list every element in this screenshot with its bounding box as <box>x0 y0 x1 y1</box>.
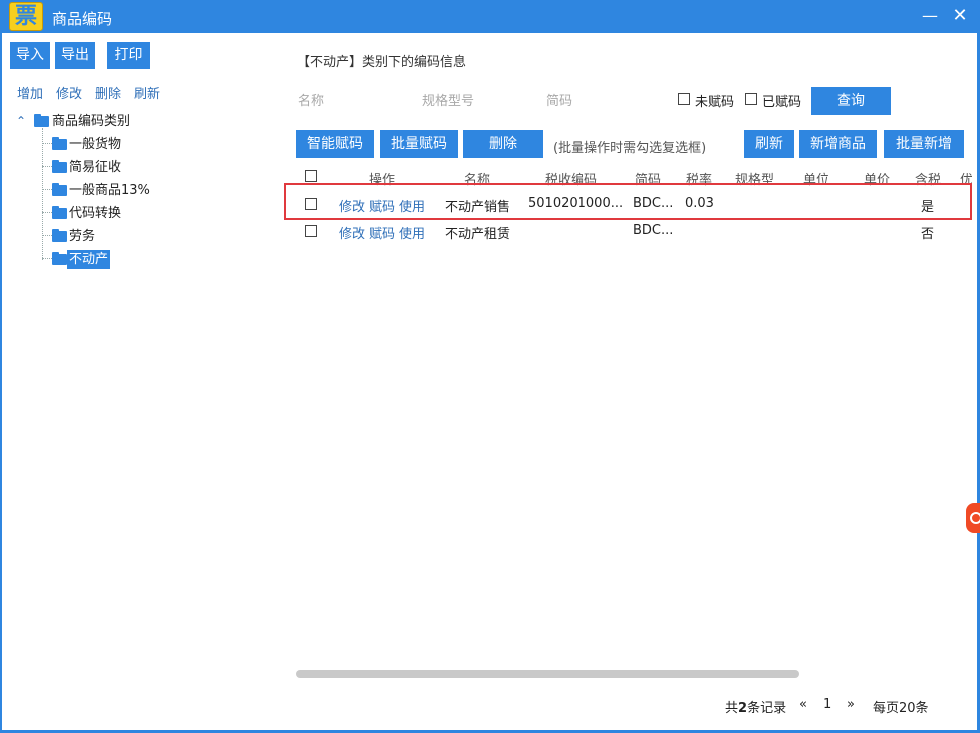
pager-total-count: 2 <box>738 701 748 716</box>
delete-button[interactable]: 删除 <box>463 130 543 158</box>
batch-code-button[interactable]: 批量赋码 <box>380 130 458 158</box>
folder-icon <box>52 206 67 219</box>
pager-page-1[interactable]: 1 <box>823 697 831 712</box>
collapse-chevron-icon[interactable]: ⌃ <box>16 112 28 131</box>
folder-icon <box>52 137 67 150</box>
floating-widget-icon[interactable] <box>966 503 980 533</box>
folder-icon <box>52 252 67 265</box>
import-button[interactable]: 导入 <box>10 42 50 69</box>
row-use-link[interactable]: 使用 <box>399 223 425 242</box>
tree-connector <box>42 166 52 167</box>
refresh-button[interactable]: 刷新 <box>744 130 794 158</box>
title-bar: 票 商品编码 — ✕ <box>0 0 980 33</box>
minimize-button[interactable]: — <box>918 4 942 28</box>
coded-label: 已赋码 <box>762 95 802 110</box>
tree-item-label: 不动产 <box>67 250 111 269</box>
tree-root-label: 商品编码类别 <box>52 114 131 129</box>
uncoded-checkbox[interactable] <box>678 93 690 105</box>
row-checkbox[interactable] <box>305 225 317 237</box>
select-all-checkbox[interactable] <box>305 170 317 182</box>
tree-connector <box>42 128 43 260</box>
spec-filter-input[interactable] <box>422 89 532 113</box>
tree-add-link[interactable]: 增加 <box>17 83 43 102</box>
uncoded-label: 未赋码 <box>695 95 735 110</box>
tree-connector <box>42 212 52 213</box>
tree-delete-link[interactable]: 删除 <box>95 83 121 102</box>
tree-connector <box>42 143 52 144</box>
tree-refresh-link[interactable]: 刷新 <box>134 83 160 102</box>
tree-item-label: 劳务 <box>69 229 96 244</box>
batch-hint: (批量操作时需勾选复选框) <box>553 141 707 156</box>
query-button[interactable]: 查询 <box>811 87 891 115</box>
smart-code-button[interactable]: 智能赋码 <box>296 130 374 158</box>
name-filter-input[interactable] <box>298 89 408 113</box>
pager-prev-icon[interactable]: « <box>799 697 807 712</box>
print-button[interactable]: 打印 <box>107 42 150 69</box>
folder-icon <box>52 183 67 196</box>
row-name: 不动产租赁 <box>445 227 511 242</box>
short-code-filter-input[interactable] <box>546 89 656 113</box>
coded-checkbox[interactable] <box>745 93 757 105</box>
pager-total-suffix: 条记录 <box>747 701 787 716</box>
tree-connector <box>42 189 52 190</box>
folder-icon <box>34 114 49 127</box>
row-edit-link[interactable]: 修改 <box>339 223 365 242</box>
tree-item-label: 代码转换 <box>69 206 122 221</box>
row-tax-included: 否 <box>921 227 935 242</box>
tree-connector <box>42 235 52 236</box>
export-button[interactable]: 导出 <box>55 42 95 69</box>
tree-item-label: 一般商品13% <box>69 183 150 198</box>
horizontal-scrollbar[interactable] <box>296 670 799 678</box>
pager-per-page: 每页20条 <box>873 701 929 716</box>
section-title: 【不动产】类别下的编码信息 <box>297 55 467 70</box>
close-button[interactable]: ✕ <box>948 4 972 28</box>
tree-item-label: 一般货物 <box>69 137 122 152</box>
row-short-code: BDC... <box>633 223 674 238</box>
pager-total-prefix: 共 <box>725 701 739 716</box>
batch-add-button[interactable]: 批量新增 <box>884 130 964 158</box>
window-title: 商品编码 <box>52 10 113 28</box>
row-code-link[interactable]: 赋码 <box>369 223 395 242</box>
window-frame-left <box>0 33 2 733</box>
tree-edit-link[interactable]: 修改 <box>56 83 82 102</box>
row-highlight <box>284 183 972 220</box>
app-logo-icon: 票 <box>9 2 43 31</box>
add-goods-button[interactable]: 新增商品 <box>799 130 877 158</box>
tree-connector <box>42 258 52 259</box>
tree-item-label: 简易征收 <box>69 160 122 175</box>
folder-icon <box>52 229 67 242</box>
folder-icon <box>52 160 67 173</box>
pager-total: 共2条记录 <box>725 697 786 716</box>
pager-next-icon[interactable]: » <box>847 697 855 712</box>
